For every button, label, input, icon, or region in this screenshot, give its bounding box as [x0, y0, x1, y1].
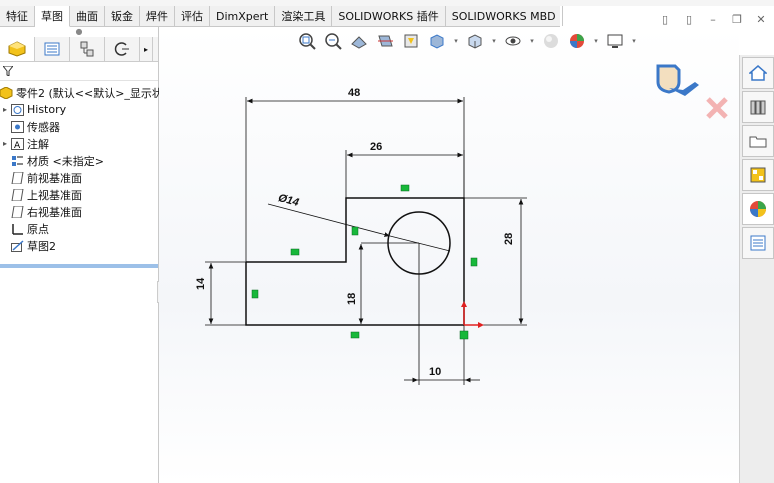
graphics-area[interactable] [159, 27, 739, 483]
dimension-26[interactable]: 26 [370, 141, 382, 153]
tab-features[interactable]: 特征 [0, 6, 35, 26]
apply-scene-icon[interactable] [566, 31, 588, 51]
tree-item-label: 前视基准面 [27, 171, 82, 185]
tree-item-origin[interactable]: 原点 [0, 220, 158, 237]
tree-item-material[interactable]: 材质 <未指定> [0, 152, 158, 169]
dimension-18[interactable]: 18 [346, 293, 358, 305]
tree-item-top-plane[interactable]: 上视基准面 [0, 186, 158, 203]
dropdown-caret-icon[interactable]: ▾ [490, 31, 498, 51]
restore-icon[interactable]: ❐ [730, 12, 744, 26]
view-settings-icon[interactable] [604, 31, 626, 51]
design-library-icon[interactable] [742, 91, 774, 123]
edit-appearance-icon[interactable] [540, 31, 562, 51]
tab-evaluate[interactable]: 评估 [175, 6, 210, 26]
home-icon[interactable] [742, 57, 774, 89]
hide-show-items-icon[interactable] [502, 31, 524, 51]
tab-render-tools[interactable]: 渲染工具 [275, 6, 333, 26]
tab-dimxpert[interactable]: DimXpert [210, 6, 276, 26]
dimxpert-manager-tab-icon[interactable] [105, 37, 140, 61]
appearances-scenes-icon[interactable] [742, 193, 774, 225]
tree-item-label: History [27, 103, 67, 116]
tab-sheet-metal[interactable]: 钣金 [105, 6, 140, 26]
tree-item-label: 原点 [27, 222, 49, 236]
dropdown-caret-icon[interactable]: ▾ [452, 31, 460, 51]
panel-splitter[interactable] [0, 264, 158, 268]
tree-root-part[interactable]: 零件2 (默认<<默认>_显示状 [0, 84, 163, 101]
plane-icon [10, 205, 24, 218]
close-icon[interactable]: ✕ [754, 12, 768, 26]
display-style-icon[interactable] [464, 31, 486, 51]
tab-sketch[interactable]: 草图 [35, 6, 70, 27]
confirmation-corner [655, 60, 728, 120]
task-pane [739, 55, 774, 483]
zoom-to-fit-icon[interactable] [296, 31, 318, 51]
dropdown-caret-icon[interactable]: ▾ [592, 31, 600, 51]
tile-left-icon[interactable]: ▯ [658, 12, 672, 26]
previous-view-icon[interactable] [348, 31, 370, 51]
tab-solidworks-mbd[interactable]: SOLIDWORKS MBD [446, 6, 563, 26]
tree-item-annotations[interactable]: ▸ A 注解 [0, 135, 158, 152]
zoom-to-area-icon[interactable] [322, 31, 344, 51]
tree-item-sensors[interactable]: 传感器 [0, 118, 158, 135]
section-view-icon[interactable] [374, 31, 396, 51]
tree-item-right-plane[interactable]: 右视基准面 [0, 203, 158, 220]
command-tabs: 特征 草图 曲面 钣金 焊件 评估 DimXpert 渲染工具 SOLIDWOR… [0, 6, 563, 27]
plane-icon [10, 188, 24, 201]
manager-tabs: ▸ [0, 37, 158, 62]
tree-item-front-plane[interactable]: 前视基准面 [0, 169, 158, 186]
dropdown-caret-icon[interactable]: ▾ [528, 31, 536, 51]
tree-item-history[interactable]: ▸ History [0, 101, 158, 118]
tree-item-sketch2[interactable]: 草图2 [0, 237, 158, 254]
expand-arrow-icon[interactable]: ▸ [0, 139, 10, 148]
configuration-manager-tab-icon[interactable] [70, 37, 105, 61]
heads-up-toolbar: ▾ ▾ ▾ ▾ ▾ [296, 30, 638, 52]
annotation-icon: A [10, 137, 24, 150]
cancel-x-icon[interactable] [705, 96, 729, 120]
tab-weldments[interactable]: 焊件 [140, 6, 175, 26]
panel-grip[interactable]: ● [0, 27, 158, 37]
tree-item-label: 材质 <未指定> [27, 154, 104, 168]
feature-tree: 零件2 (默认<<默认>_显示状 ▸ History 传感器 ▸ A 注解 材质… [0, 81, 163, 254]
feature-manager-tab-icon[interactable] [0, 37, 35, 61]
dimension-48[interactable]: 48 [348, 87, 360, 99]
file-explorer-icon[interactable] [742, 125, 774, 157]
expand-arrow-icon[interactable]: ▸ [0, 105, 10, 114]
dropdown-caret-icon[interactable]: ▾ [630, 31, 638, 51]
tree-item-label: 传感器 [27, 120, 60, 134]
material-icon [10, 154, 24, 167]
tree-item-label: 上视基准面 [27, 188, 82, 202]
history-icon [10, 103, 24, 116]
custom-properties-icon[interactable] [742, 227, 774, 259]
sensor-icon [10, 120, 24, 133]
tree-item-label: 注解 [27, 137, 49, 151]
feature-manager-panel: ● ▸ 零件2 (默认<<默认>_显示状 ▸ History 传感器 ▸ A 注… [0, 27, 163, 483]
view-palette-icon[interactable] [742, 159, 774, 191]
tree-item-label: 草图2 [27, 239, 56, 253]
tile-right-icon[interactable]: ▯ [682, 12, 696, 26]
window-controls: ▯ ▯ – ❐ ✕ [658, 12, 768, 28]
more-tabs-arrow-icon[interactable]: ▸ [140, 37, 153, 61]
minimize-icon[interactable]: – [706, 12, 720, 26]
dimension-28[interactable]: 28 [503, 233, 515, 245]
tab-solidworks-addins[interactable]: SOLIDWORKS 插件 [332, 6, 446, 26]
part-name: 零件2 (默认<<默认>_显示状 [16, 86, 163, 100]
origin-icon [10, 222, 24, 235]
plane-icon [10, 171, 24, 184]
property-manager-tab-icon[interactable] [35, 37, 70, 61]
dynamic-annotation-icon[interactable] [400, 31, 422, 51]
filter-icon[interactable] [0, 62, 158, 81]
view-orientation-icon[interactable] [426, 31, 448, 51]
sketch-icon [10, 239, 24, 252]
tree-item-label: 右视基准面 [27, 205, 82, 219]
part-icon [0, 86, 13, 99]
tab-surfaces[interactable]: 曲面 [70, 6, 105, 26]
dimension-10[interactable]: 10 [429, 366, 441, 378]
dimension-14[interactable]: 14 [195, 278, 207, 290]
svg-text:A: A [14, 141, 21, 150]
